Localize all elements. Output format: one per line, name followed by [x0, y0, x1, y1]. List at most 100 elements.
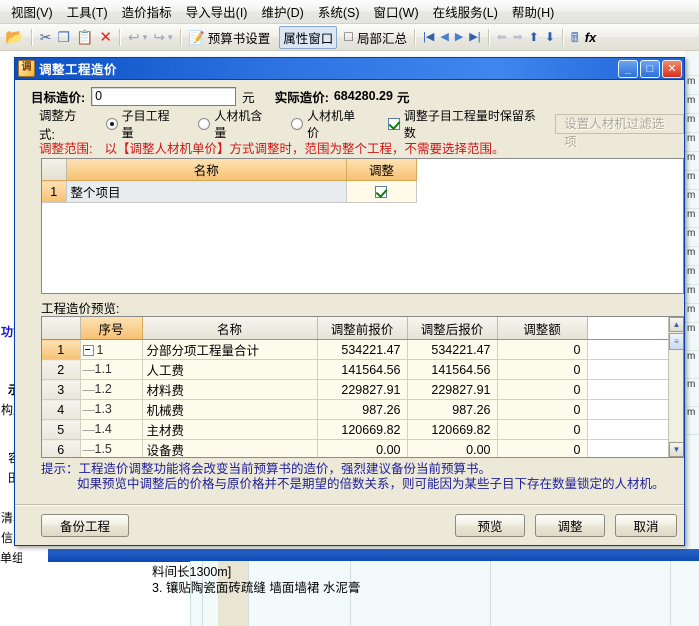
target-price-label: 目标造价:	[31, 90, 86, 105]
minimize-button[interactable]: _	[618, 59, 638, 78]
preview-row-name: 机械费	[142, 399, 318, 420]
radio-button-icon	[105, 118, 118, 130]
bg-unit-cell: m	[685, 152, 699, 171]
property-window-button[interactable]: 属性窗口	[273, 25, 340, 49]
set-rcm-filter-button: 设置人材机过滤选项	[555, 114, 684, 149]
open-button[interactable]: 📂	[2, 26, 27, 49]
calculator-button[interactable]: 🖩	[568, 26, 582, 49]
clipboard-icon: 📋	[75, 29, 94, 45]
bg-unit-cell: m	[685, 351, 699, 379]
scope-row-adjust-cell[interactable]	[346, 180, 418, 203]
bg-unit-cell: m	[685, 285, 699, 304]
next-icon: ▶	[454, 30, 464, 43]
preview-row-after: 987.26	[407, 399, 498, 420]
target-price-input[interactable]	[91, 86, 237, 106]
menu-system[interactable]: 系统(S)	[311, 0, 367, 23]
preview-col-blank	[587, 317, 668, 340]
preview-table[interactable]: 序号 名称 调整前报价 调整后报价 调整额 1 1 分部分项工程量合计 5342…	[41, 316, 684, 458]
table-row[interactable]: 2 —1.1 人工费 141564.56 141564.56 0	[42, 359, 668, 380]
delete-button[interactable]: ✕	[96, 26, 115, 49]
scope-row-number: 1	[42, 180, 67, 203]
bg-unit-cell: m	[685, 133, 699, 152]
paste-button[interactable]: 📋	[73, 26, 96, 49]
menu-maintain[interactable]: 维护(D)	[254, 0, 310, 23]
cancel-button[interactable]: 取消	[615, 514, 677, 537]
move-up-button[interactable]: ⬆	[526, 26, 542, 49]
undo-button[interactable]: ↩ ▾	[125, 26, 150, 49]
menu-cost-index[interactable]: 造价指标	[115, 0, 179, 23]
dialog-titlebar[interactable]: 调 调整工程造价 _ □ ✕	[15, 58, 684, 80]
table-row[interactable]: 3 —1.2 材料费 229827.91 229827.91 0	[42, 379, 668, 400]
nav-last-button[interactable]: ▶|	[466, 26, 483, 49]
menu-online-service[interactable]: 在线服务(L)	[426, 0, 505, 23]
scrollbar-thumb[interactable]: ≡	[669, 333, 683, 350]
dialog-button-row: 备份工程 预览 调整 取消	[15, 510, 684, 546]
toolbar-separator	[487, 28, 490, 46]
undo-icon: ↩	[128, 29, 140, 45]
preview-row-name: 设备费	[142, 439, 318, 457]
nav-next-button[interactable]: ▶	[452, 26, 466, 49]
menu-view[interactable]: 视图(V)	[4, 0, 60, 23]
checkbox-icon[interactable]	[375, 186, 388, 199]
redo-button[interactable]: ↪ ▾	[150, 26, 175, 49]
adjust-button[interactable]: 调整	[535, 514, 605, 537]
budget-settings-label: 预算书设置	[207, 31, 271, 46]
preview-row-blank	[587, 379, 668, 400]
preview-table-inner: 序号 名称 调整前报价 调整后报价 调整额 1 1 分部分项工程量合计 5342…	[42, 317, 668, 457]
preview-col-name: 名称	[142, 317, 318, 340]
preview-col-after: 调整后报价	[407, 317, 498, 340]
bg-unit-cell: m	[685, 114, 699, 133]
arrow-right-icon: ➡	[512, 30, 523, 44]
table-row[interactable]: 1 整个项目	[42, 180, 418, 203]
scissors-icon: ✂	[39, 29, 52, 45]
radio-button-icon	[198, 118, 211, 130]
actual-price-label: 实际造价:	[274, 90, 329, 105]
scroll-up-button[interactable]: ▲	[669, 317, 683, 332]
table-row[interactable]: 4 —1.3 机械费 987.26 987.26 0	[42, 399, 668, 420]
table-row[interactable]: 6 —1.5 设备费 0.00 0.00 0	[42, 439, 668, 457]
budget-settings-button[interactable]: 📝 预算书设置	[186, 26, 274, 49]
preview-vertical-scrollbar[interactable]: ▲ ≡ ▼	[668, 317, 683, 457]
menu-window[interactable]: 窗口(W)	[367, 0, 426, 23]
formula-button[interactable]: fx	[582, 26, 600, 49]
arrow-down-icon: ⬇	[544, 30, 555, 44]
indent-button[interactable]: ➡	[510, 26, 526, 49]
bg-bottom-line: 3. 镶贴陶瓷面砖疏缝 墙面墙裙 水泥膏	[152, 581, 361, 595]
preview-row-before: 534221.47	[317, 339, 408, 360]
tree-collapse-icon[interactable]	[82, 344, 94, 356]
preview-row-number: 1	[42, 339, 81, 360]
nav-prev-button[interactable]: ◀	[437, 26, 451, 49]
checkbox-icon: ☐	[343, 30, 355, 44]
local-summary-button[interactable]: ☐ 局部汇总	[340, 26, 410, 49]
preview-row-delta: 0	[497, 439, 588, 457]
preview-button[interactable]: 预览	[455, 514, 525, 537]
menu-tools[interactable]: 工具(T)	[60, 0, 115, 23]
scroll-down-button[interactable]: ▼	[669, 442, 683, 457]
outdent-button[interactable]: ⬅	[494, 26, 510, 49]
tree-branch-icon: —	[82, 402, 96, 417]
backup-project-button[interactable]: 备份工程	[41, 514, 129, 537]
scope-table[interactable]: 名称 调整 1 整个项目	[41, 158, 684, 294]
nav-first-button[interactable]: |◀	[420, 26, 437, 49]
move-down-button[interactable]: ⬇	[542, 26, 558, 49]
chevron-down-icon[interactable]: ▾	[143, 32, 148, 42]
copy-button[interactable]: ❐	[54, 26, 73, 49]
tree-branch-icon: —	[82, 442, 96, 457]
menu-help[interactable]: 帮助(H)	[505, 0, 561, 23]
preview-row-delta: 0	[497, 399, 588, 420]
maximize-button[interactable]: □	[640, 59, 660, 78]
close-button[interactable]: ✕	[662, 59, 682, 78]
bg-unit-cell: m	[685, 247, 699, 266]
cut-button[interactable]: ✂	[37, 26, 55, 49]
scope-col-rownum	[42, 159, 67, 181]
chevron-down-icon[interactable]: ▾	[168, 32, 173, 42]
preview-header-row: 序号 名称 调整前报价 调整后报价 调整额	[42, 317, 668, 340]
preview-row-blank	[587, 439, 668, 457]
preview-row-after: 0.00	[407, 439, 498, 457]
menu-import-export[interactable]: 导入导出(I)	[179, 0, 255, 23]
toolbar-separator	[119, 28, 121, 46]
bg-unit-cell: m	[685, 76, 699, 95]
table-row[interactable]: 5 —1.4 主材费 120669.82 120669.82 0	[42, 419, 668, 440]
table-row[interactable]: 1 1 分部分项工程量合计 534221.47 534221.47 0	[42, 339, 668, 360]
menu-bar: 视图(V) 工具(T) 造价指标 导入导出(I) 维护(D) 系统(S) 窗口(…	[0, 0, 699, 24]
